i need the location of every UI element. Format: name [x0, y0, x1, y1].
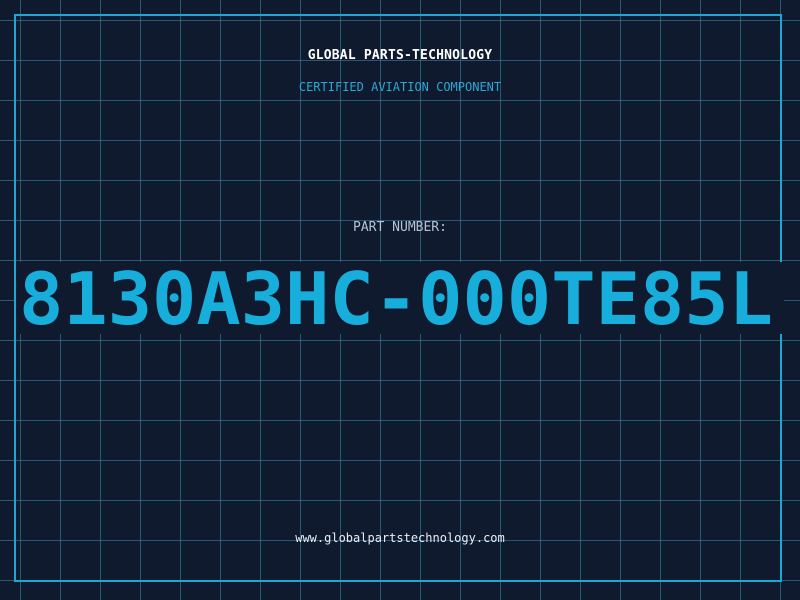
- website-url: www.globalpartstechnology.com: [295, 531, 505, 545]
- certificate-card: GLOBAL PARTS-TECHNOLOGY CERTIFIED AVIATI…: [0, 0, 800, 600]
- part-number-display: 8130A3HC-000TE85L: [19, 257, 773, 341]
- part-number-value: 8130A3HC-000TE85L: [19, 257, 773, 341]
